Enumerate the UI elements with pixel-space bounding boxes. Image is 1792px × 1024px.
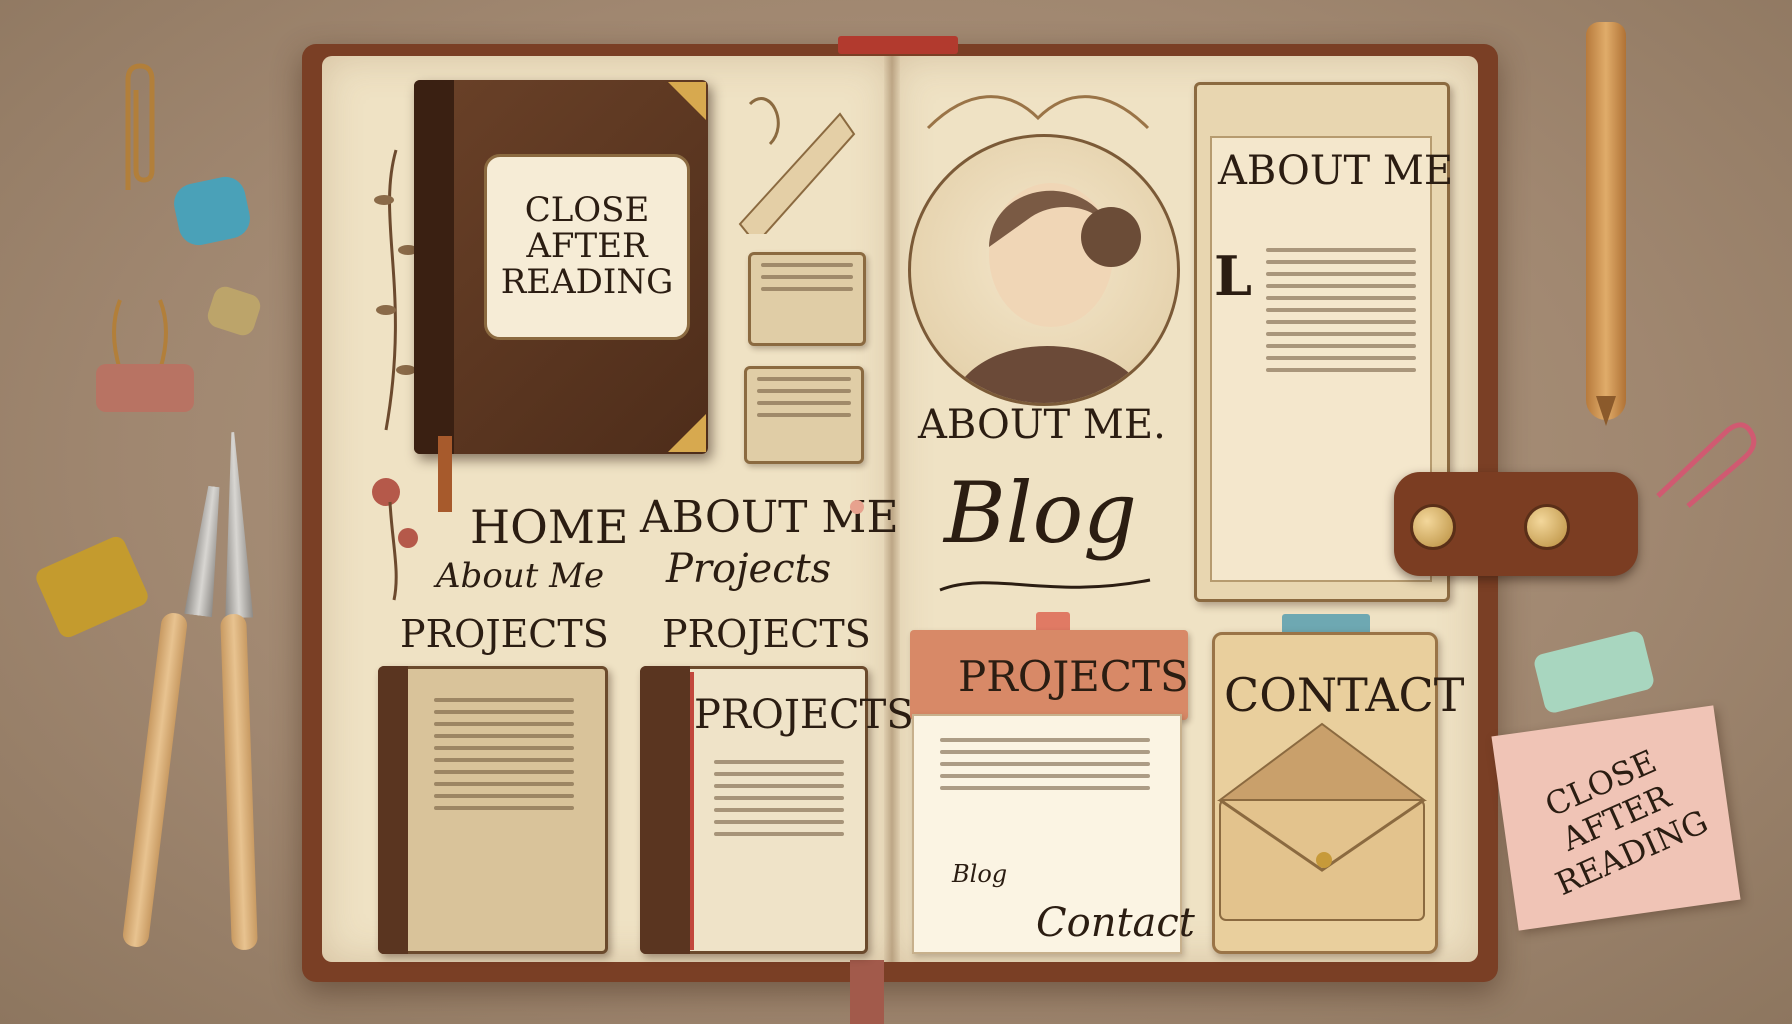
binder-clip-gold-icon [33, 533, 151, 641]
rose-decoration [372, 478, 418, 601]
nav-home-link[interactable]: HOME [470, 500, 629, 554]
project-book-2-title: PROJECTS [694, 692, 914, 738]
small-card-2[interactable] [744, 366, 864, 464]
projects-card-contact[interactable]: Contact [1036, 900, 1195, 946]
ribbon-top [838, 36, 958, 54]
projects-card-title: PROJECTS [958, 652, 1189, 701]
eraser-blue-icon [170, 173, 254, 249]
about-card-lines [1256, 240, 1426, 470]
nav-about-link[interactable]: About Me [436, 556, 604, 596]
blog-title[interactable]: Blog [944, 464, 1137, 562]
scroll-ornament [738, 97, 856, 234]
envelope-icon[interactable] [1212, 720, 1432, 940]
projects-list-blog[interactable]: Blog [952, 860, 1007, 888]
about-me-caption[interactable]: ABOUT ME. [918, 402, 1166, 448]
paperclip-pink-icon [1656, 422, 1757, 508]
sticky-note[interactable]: CLOSE AFTER READING [1491, 705, 1741, 931]
ribbon-bookmark [850, 960, 884, 1024]
brush-handle-2 [220, 613, 258, 951]
book-title-line3: READING [500, 261, 674, 302]
project-book-1-spine [378, 666, 408, 954]
contact-card-title: CONTACT [1224, 668, 1465, 722]
book-title-label: CLOSE AFTER READING [484, 154, 690, 340]
small-card-1[interactable] [748, 252, 866, 346]
brush-ferrule-2 [219, 432, 253, 619]
portrait-illustration [908, 134, 1180, 406]
project-book-2-spine [640, 666, 690, 954]
strap-snap-1 [1410, 504, 1456, 550]
paperclip-gold-icon [125, 63, 155, 190]
binder-clip-red-icon [96, 299, 194, 412]
book-ribbon-bookmark [438, 436, 452, 512]
brush-ferrule-1 [184, 485, 228, 617]
book-title-line2: AFTER [526, 226, 648, 267]
project-book-1-lines [424, 690, 584, 930]
nav-projects-script-link[interactable]: Projects [666, 546, 831, 592]
nav-projects-link-2[interactable]: PROJECTS [662, 612, 871, 656]
book-spine [414, 80, 454, 454]
about-card-title: ABOUT ME [1218, 148, 1454, 194]
crumpled-paper-icon [204, 283, 264, 339]
blog-flourish [939, 578, 1151, 592]
project-book-2-lines [704, 752, 854, 932]
projects-card-lines [930, 730, 1160, 850]
strap-snap-2 [1524, 504, 1570, 550]
about-card-dropcap: L [1214, 244, 1252, 308]
brush-handle-1 [121, 611, 189, 949]
nav-projects-link[interactable]: PROJECTS [400, 612, 609, 656]
pushpin-icon [850, 500, 864, 514]
book-title-line1: CLOSE [524, 190, 650, 231]
binder-clip-green-icon [1532, 629, 1656, 715]
fountain-pen-icon [1586, 22, 1626, 420]
